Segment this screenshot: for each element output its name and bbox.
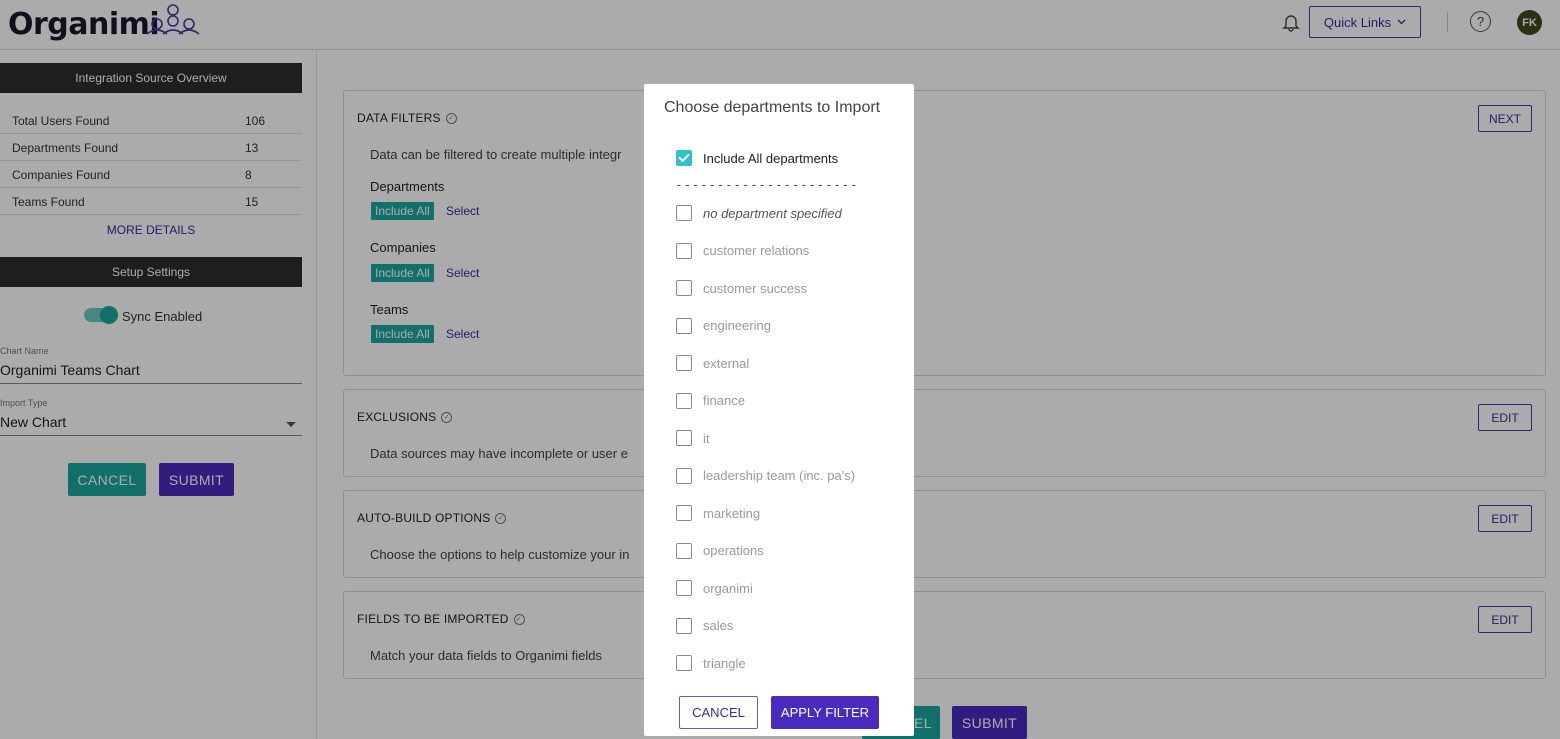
department-label: organimi — [703, 580, 753, 596]
include-all-checkbox-row[interactable]: Include All departments — [676, 150, 838, 166]
department-checkbox[interactable] — [676, 430, 692, 446]
department-checkbox[interactable] — [676, 242, 692, 259]
department-label: external — [703, 355, 750, 371]
department-filter-modal: Choose departments to Import Include All… — [644, 84, 914, 736]
include-all-label: Include All departments — [703, 150, 839, 166]
department-label: customer success — [703, 280, 808, 296]
apply-filter-button[interactable]: APPLY FILTER — [771, 696, 879, 729]
separator-dashes: ---------------------- — [675, 178, 859, 193]
department-checkbox[interactable] — [676, 505, 692, 521]
department-label: marketing — [703, 505, 761, 521]
modal-title: Choose departments to Import — [664, 99, 881, 116]
department-checkbox[interactable] — [676, 392, 692, 409]
department-checkbox-row[interactable]: external — [676, 355, 749, 371]
department-label: triangle — [703, 655, 746, 671]
department-label: finance — [703, 393, 745, 408]
department-checkbox-row[interactable]: operations — [676, 542, 764, 559]
include-all-checkbox[interactable] — [676, 150, 692, 166]
department-checkbox-row[interactable]: it — [676, 430, 710, 446]
department-checkbox-row[interactable]: leadership team (inc. pa's) — [676, 467, 856, 484]
department-checkbox-row[interactable]: customer relations — [676, 242, 810, 259]
department-checkbox-row[interactable]: marketing — [676, 505, 760, 521]
department-label: engineering — [703, 318, 771, 333]
department-checkbox-row[interactable]: organimi — [676, 580, 753, 596]
department-label: leadership team (inc. pa's) — [703, 468, 856, 483]
department-label: no department specified — [703, 205, 842, 221]
department-checkbox[interactable] — [676, 580, 692, 596]
modal-cancel-button[interactable]: CANCEL — [679, 696, 758, 729]
department-label: customer relations — [703, 243, 810, 258]
department-label: sales — [703, 618, 734, 633]
department-checkbox-row[interactable]: no department specified — [676, 205, 842, 221]
department-checkbox-row[interactable]: customer success — [676, 280, 807, 296]
department-checkbox-row[interactable]: engineering — [676, 317, 771, 334]
department-label: operations — [703, 543, 764, 558]
department-checkbox[interactable] — [676, 280, 692, 296]
department-checkbox[interactable] — [676, 467, 692, 484]
department-checkbox[interactable] — [676, 655, 692, 671]
department-checkbox-row[interactable]: triangle — [676, 655, 746, 671]
department-checkbox[interactable] — [676, 617, 692, 634]
department-checkbox-row[interactable]: sales — [676, 617, 734, 634]
department-checkbox[interactable] — [676, 542, 692, 559]
department-label: it — [703, 430, 710, 446]
department-checkbox[interactable] — [676, 205, 692, 221]
department-checkbox[interactable] — [676, 355, 692, 371]
department-checkbox[interactable] — [676, 317, 692, 334]
department-checkbox-row[interactable]: finance — [676, 392, 745, 409]
